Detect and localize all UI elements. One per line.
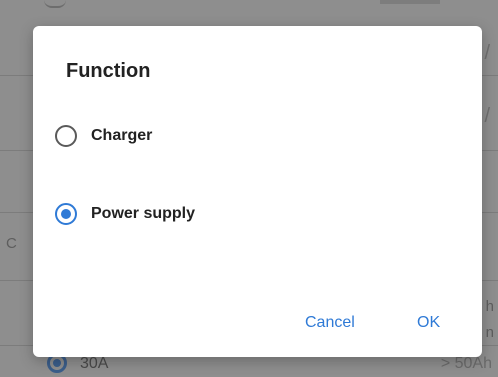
- option-charger[interactable]: Charger: [55, 125, 152, 147]
- option-label: Charger: [91, 127, 153, 144]
- option-label: Power supply: [91, 205, 196, 222]
- cancel-button[interactable]: Cancel: [305, 314, 355, 332]
- function-dialog: Function Charger Power supply Cancel OK: [33, 26, 482, 357]
- background-row-value: > 50Ah: [440, 355, 492, 372]
- background-row-label: 30A: [80, 355, 109, 372]
- radio-selected-icon[interactable]: [55, 203, 77, 225]
- ok-button[interactable]: OK: [417, 314, 440, 332]
- background-item-glyph: /: [484, 105, 490, 127]
- background-item-glyph: n: [485, 324, 494, 341]
- option-power-supply[interactable]: Power supply: [55, 203, 195, 225]
- dialog-title: Function: [66, 60, 151, 82]
- background-item-glyph: C: [6, 235, 17, 252]
- background-top-element: [44, 0, 66, 8]
- background-item-glyph: h: [485, 298, 494, 315]
- background-top-bar: [380, 0, 440, 4]
- background-item-glyph: /: [484, 42, 490, 64]
- radio-unselected-icon[interactable]: [55, 125, 77, 147]
